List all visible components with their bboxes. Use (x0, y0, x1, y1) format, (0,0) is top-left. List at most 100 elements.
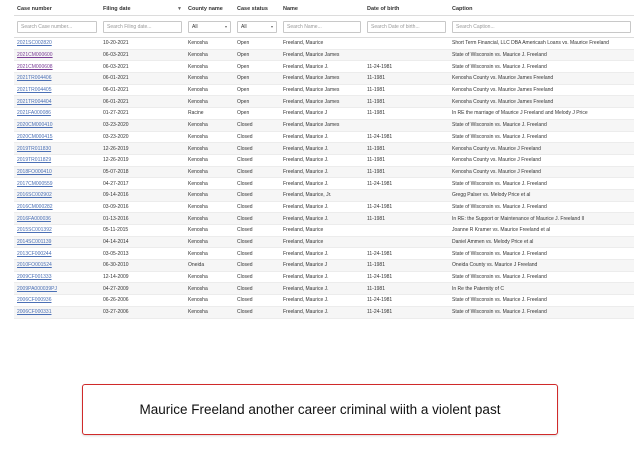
table-cell: 01-27-2021 (100, 107, 185, 120)
case-number-link[interactable]: 2013CF000244 (17, 251, 51, 257)
case-number-link[interactable]: 2009CF001333 (17, 274, 51, 280)
table-cell: 06-01-2021 (100, 84, 185, 97)
case-number-link[interactable]: 2015SC001392 (17, 227, 52, 233)
column-label: Name (283, 5, 298, 12)
table-row[interactable]: 2021SC002820 10-20-2021 Kenosha Open Freelan… (14, 37, 634, 50)
case-number-link[interactable]: 2018FO000410 (17, 169, 52, 175)
case-number-link[interactable]: 2021FA000086 (17, 110, 51, 116)
table-row[interactable]: 2018FO000410 05-07-2018 Kenosha Closed Freel… (14, 166, 634, 179)
case-number-link[interactable]: 2021TR004405 (17, 87, 51, 93)
case-number-link[interactable]: 2009PA000039PJ (17, 286, 57, 292)
table-row[interactable]: 2021TR004404 06-01-2021 Kenosha Open Freelan… (14, 95, 634, 109)
table-cell: State of Wisconsin vs. Maurice J. Freela… (449, 60, 634, 74)
table-row[interactable]: 2019TR011829 12-26-2019 Kenosha Closed Freel… (14, 154, 634, 167)
table-cell: Kenosha County vs. Maurice J Freeland (449, 142, 634, 155)
table-row[interactable]: 2009CF001333 12-14-2009 Kenosha Closed Freel… (14, 271, 634, 284)
table-row[interactable]: 2016FA000036 01-13-2016 Kenosha Closed Freel… (14, 212, 634, 225)
name-search-input[interactable] (283, 20, 361, 33)
table-row[interactable]: 2006CF000331 03-27-2006 Kenosha Closed Freel… (14, 306, 634, 319)
table-row[interactable]: 2015SC001392 05-11-2015 Kenosha Closed Freel… (14, 224, 634, 237)
dob-cell: 11-1981 (367, 75, 385, 82)
column-header-case-number[interactable]: Case number (14, 2, 100, 16)
column-header-filing-date[interactable]: Filing date ▼ (100, 2, 185, 16)
table-cell: Closed (234, 247, 280, 261)
case-number-link[interactable]: 2016FA000036 (17, 216, 51, 222)
table-cell: Closed (234, 177, 280, 190)
case-number-link[interactable]: 2021TR004406 (17, 75, 51, 81)
table-cell: Short Term Financial, LLC DBA Americash … (449, 37, 634, 50)
table-cell: 2016SC002902 (14, 189, 100, 202)
table-row[interactable]: 2006CF000936 06-26-2006 Kenosha Closed Freel… (14, 294, 634, 307)
case-number-link[interactable]: 2014SC001139 (17, 239, 51, 245)
status-filter-select[interactable]: All ▾ (237, 20, 277, 33)
table-cell: Freeland, Maurice J. (280, 212, 364, 225)
county-filter-select[interactable]: All ▾ (188, 20, 231, 33)
table-row[interactable]: 2017CM000559 04-27-2017 Kenosha Closed Freel… (14, 177, 634, 190)
column-header-name[interactable]: Name (280, 2, 364, 16)
case-number-link[interactable]: 2021TR004404 (17, 99, 51, 105)
dob-search-input[interactable] (367, 20, 446, 33)
table-cell: Kenosha (185, 212, 234, 225)
case-number-link[interactable]: 2006CF000331 (17, 309, 51, 315)
table-row[interactable]: 2021CM000608 06-03-2021 Kenosha Open Freelan… (14, 60, 634, 74)
table-row[interactable]: 2010FO001524 06-30-2010 Oneida Closed Freela… (14, 259, 634, 272)
dob-cell: 11-1981 (367, 285, 385, 292)
annotation-box: Maurice Freeland another career criminal… (82, 384, 558, 435)
table-row[interactable]: 2016SC002902 09-14-2016 Kenosha Closed Freel… (14, 189, 634, 202)
case-number-link[interactable]: 2016CM000282 (17, 204, 53, 210)
table-row[interactable]: 2009PA000039PJ 04-27-2009 Kenosha Closed Fre… (14, 282, 634, 296)
table-cell: Closed (234, 142, 280, 155)
case-number-link[interactable]: 2020CM000415 (17, 134, 53, 140)
filter-cell (449, 15, 634, 38)
table-cell: Freeland, Maurice J. (280, 247, 364, 261)
status-cell: Closed (237, 180, 253, 187)
dob-cell: 11-1981 (367, 87, 385, 94)
case-number-link[interactable]: 2019TR011829 (17, 157, 51, 163)
case-number-link[interactable]: 2019TR011830 (17, 146, 51, 152)
caption-cell: State of Wisconsin vs. Maurice J. Freela… (452, 133, 547, 140)
table-row[interactable]: 2016CM000282 03-09-2016 Kenosha Closed Freel… (14, 201, 634, 214)
caption-cell: State of Wisconsin vs. Maurice J. Freela… (452, 274, 547, 281)
filter-cell: All ▾ (185, 15, 234, 38)
table-cell: 2015SC001392 (14, 224, 100, 237)
table-row[interactable]: 2021TR004406 06-01-2021 Kenosha Open Freelan… (14, 72, 634, 85)
table-cell: Kenosha (185, 201, 234, 214)
case-number-link[interactable]: 2021SC002820 (17, 40, 52, 46)
table-row[interactable]: 2019TR011830 12-26-2019 Kenosha Closed Freel… (14, 142, 634, 155)
case-number-link[interactable]: 2010FO001524 (17, 262, 52, 268)
case-results-table: Case number Filing date ▼ County name Cas… (14, 2, 634, 319)
table-cell: 2014SC001139 (14, 236, 100, 249)
filing-date-search-input[interactable] (103, 20, 182, 33)
county-cell: Oneida (188, 262, 205, 269)
column-header-case-status[interactable]: Case status (234, 2, 280, 16)
column-header-caption[interactable]: Caption (449, 2, 634, 16)
dob-cell: 11-24-1981 (367, 297, 393, 304)
case-number-link[interactable]: 2016SC002902 (17, 192, 52, 198)
table-row[interactable]: 2020CM000410 03-23-2020 Kenosha Closed Freel… (14, 119, 634, 132)
case-number-link[interactable]: 2021CM000608 (17, 64, 53, 70)
table-row[interactable]: 2021FA000086 01-27-2021 Racine Open Freeland… (14, 107, 634, 120)
column-header-date-of-birth[interactable]: Date of birth (364, 2, 449, 16)
table-row[interactable]: 2021CM000600 06-03-2021 Kenosha Open Freelan… (14, 49, 634, 62)
case-number-link[interactable]: 2006CF000936 (17, 297, 51, 303)
dob-cell: 11-1981 (367, 157, 385, 164)
table-cell: Kenosha (185, 49, 234, 62)
case-number-link[interactable]: 2020CM000410 (17, 122, 53, 128)
case-number-link[interactable]: 2021CM000600 (17, 52, 53, 58)
table-cell: 11-24-1981 (364, 271, 449, 284)
filing-date-cell: 05-07-2018 (103, 168, 129, 175)
header-row: Case number Filing date ▼ County name Cas… (14, 2, 634, 16)
case-number-search-input[interactable] (17, 20, 97, 33)
table-row[interactable]: 2014SC001139 04-14-2014 Kenosha Closed Freel… (14, 236, 634, 249)
table-row[interactable]: 2020CM000415 03-23-2020 Kenosha Closed Freel… (14, 131, 634, 144)
table-row[interactable]: 2021TR004405 06-01-2021 Kenosha Open Freelan… (14, 84, 634, 97)
column-label: Caption (452, 5, 473, 12)
status-cell: Closed (237, 239, 253, 246)
table-row[interactable]: 2013CF000244 03-05-2013 Kenosha Closed Freel… (14, 247, 634, 261)
county-cell: Kenosha (188, 215, 208, 222)
caption-search-input[interactable] (452, 20, 631, 33)
table-cell: Freeland, Maurice J. (280, 294, 364, 307)
case-number-link[interactable]: 2017CM000559 (17, 181, 53, 187)
status-cell: Closed (237, 227, 253, 234)
column-header-county-name[interactable]: County name (185, 2, 234, 16)
